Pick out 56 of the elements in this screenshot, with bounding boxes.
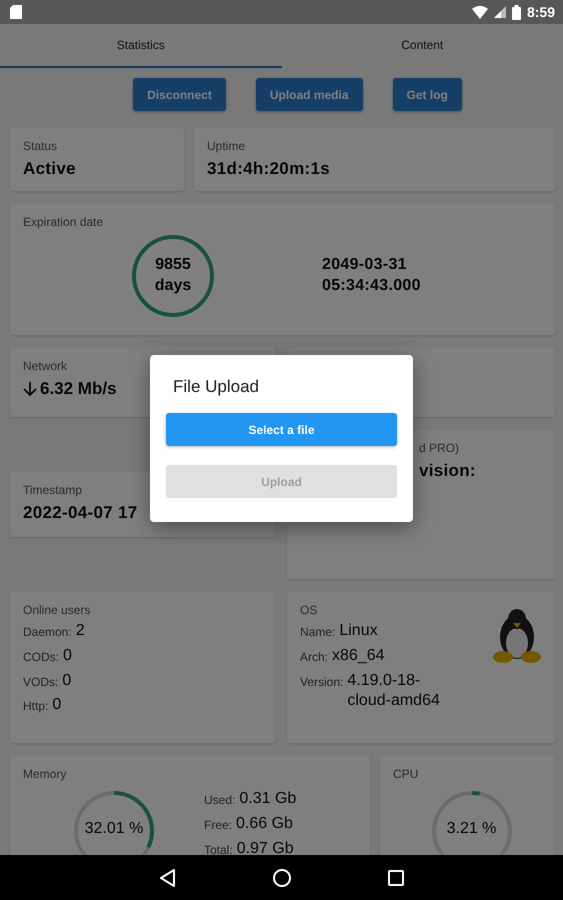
card-label: Uptime bbox=[207, 139, 246, 153]
field-label: Arch: bbox=[300, 648, 328, 664]
arrow-down-icon bbox=[23, 381, 37, 397]
card-label: Memory bbox=[23, 767, 68, 781]
expiration-time: 05:34:43.000 bbox=[322, 276, 421, 296]
network-speed: 6.32 Mb/s bbox=[40, 379, 117, 399]
field-label: CODs: bbox=[23, 648, 59, 664]
field-value: Linux bbox=[339, 621, 378, 641]
battery-icon bbox=[512, 4, 521, 20]
field-label: Version: bbox=[300, 674, 344, 689]
uptime-value: 31d:4h:20m:1s bbox=[207, 159, 331, 179]
expiration-date: 2049-03-31 bbox=[322, 255, 408, 276]
field-value: 2 bbox=[76, 621, 85, 641]
field-label: Http: bbox=[23, 698, 48, 714]
card-label: Timestamp bbox=[23, 483, 83, 497]
gauge-reading: 32.01 % bbox=[84, 820, 144, 838]
card-label: d PRO) bbox=[419, 441, 460, 455]
clock: 8:59 bbox=[526, 4, 555, 20]
days-count: 9855 bbox=[155, 255, 191, 276]
card-label: Expiration date bbox=[23, 215, 104, 229]
dialog-title: File Upload bbox=[173, 377, 260, 397]
license-value: vision: bbox=[419, 461, 477, 481]
gauge-reading: 3.21 % bbox=[446, 820, 498, 838]
field-value: 0 bbox=[52, 695, 62, 716]
card-label: Online users bbox=[23, 603, 92, 617]
home-icon[interactable] bbox=[272, 868, 290, 886]
action-button[interactable]: Upload media bbox=[256, 78, 363, 111]
back-icon[interactable] bbox=[160, 868, 176, 886]
field-label: Name: bbox=[300, 624, 336, 639]
days-unit: days bbox=[154, 276, 192, 296]
penguin-icon bbox=[492, 607, 542, 665]
field-value: 0.66 Gb bbox=[236, 814, 293, 834]
field-label: VODs: bbox=[23, 674, 58, 689]
field-label: Used: bbox=[204, 792, 236, 807]
field-label: Free: bbox=[204, 816, 232, 832]
signal-icon bbox=[494, 6, 506, 18]
sd-card-icon bbox=[10, 5, 22, 19]
action-button[interactable]: Disconnect bbox=[133, 78, 226, 111]
timestamp-value: 2022-04-07 17 bbox=[23, 503, 138, 523]
recents-icon[interactable] bbox=[388, 870, 404, 886]
card-label: OS bbox=[300, 603, 318, 617]
field-value: 0.97 Gb bbox=[236, 838, 294, 855]
card-label: Network bbox=[23, 359, 68, 373]
field-value: 0 bbox=[63, 646, 72, 666]
field-value: 4.19.0-18-cloud-amd64 bbox=[347, 670, 441, 712]
status-value: Active bbox=[23, 159, 77, 179]
field-label: Daemon: bbox=[23, 624, 72, 639]
field-value: 0 bbox=[62, 670, 72, 691]
field-value: x86_64 bbox=[332, 646, 385, 666]
field-label: Total: bbox=[204, 842, 233, 855]
dialog-button[interactable]: Select a file bbox=[166, 413, 397, 446]
action-button[interactable]: Get log bbox=[392, 78, 462, 111]
card-label: CPU bbox=[393, 767, 420, 781]
card-label: Status bbox=[23, 139, 58, 153]
wifi-icon bbox=[472, 6, 488, 18]
field-value: 0.31 Gb bbox=[239, 789, 296, 809]
